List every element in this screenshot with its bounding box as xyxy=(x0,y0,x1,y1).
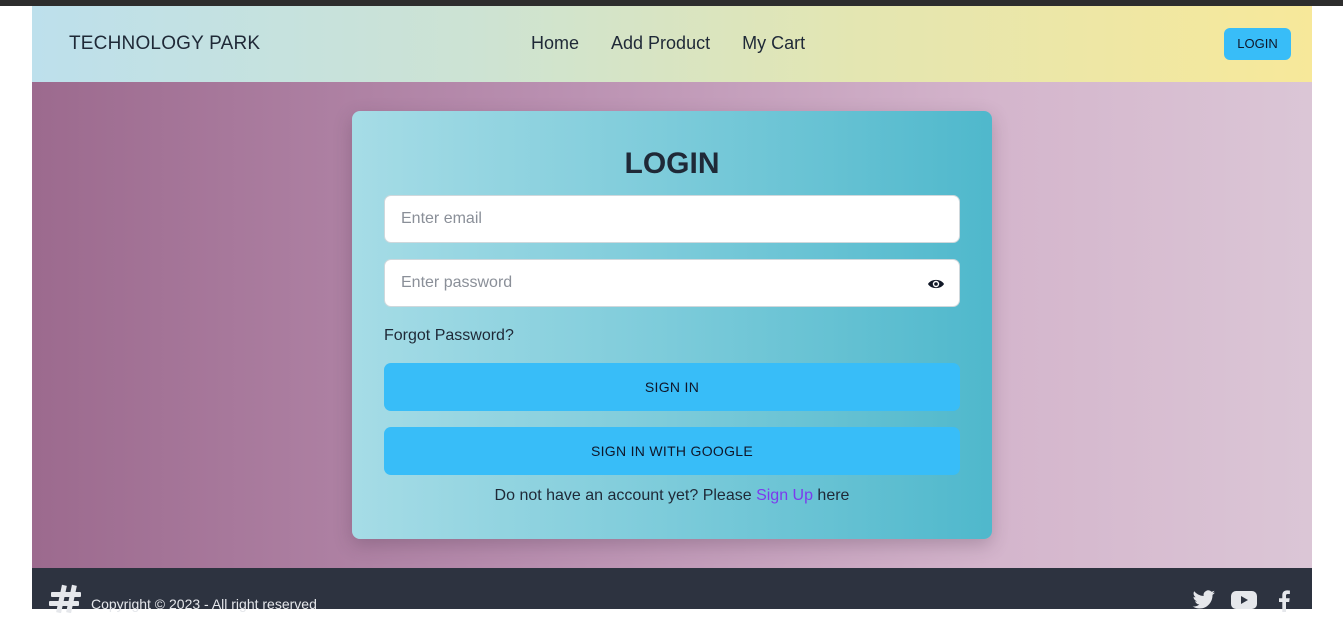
login-card: LOGIN Forgot Password? SIGN IN SIGN IN W… xyxy=(352,111,992,539)
password-field-wrapper xyxy=(384,259,960,307)
main-content: LOGIN Forgot Password? SIGN IN SIGN IN W… xyxy=(32,82,1312,568)
show-password-eye-icon[interactable] xyxy=(927,276,945,292)
signup-suffix-text: here xyxy=(812,487,850,504)
sign-in-google-button[interactable]: SIGN IN WITH GOOGLE xyxy=(384,427,960,475)
login-title: LOGIN xyxy=(624,147,720,180)
nav-my-cart-link[interactable]: My Cart xyxy=(742,33,805,54)
sign-in-button[interactable]: SIGN IN xyxy=(384,363,960,411)
twitter-icon[interactable] xyxy=(1192,590,1216,615)
sign-up-link[interactable]: Sign Up xyxy=(756,487,813,504)
copyright-text: Copyright © 2023 - All right reserved xyxy=(91,596,317,612)
youtube-icon[interactable] xyxy=(1231,590,1257,615)
signup-prompt: Do not have an account yet? Please Sign … xyxy=(352,487,992,505)
signup-prefix-text: Do not have an account yet? Please xyxy=(494,487,757,504)
navbar-login-button[interactable]: LOGIN xyxy=(1224,28,1291,60)
nav-links: Home Add Product My Cart xyxy=(531,33,805,54)
facebook-icon[interactable] xyxy=(1277,590,1291,617)
navbar: TECHNOLOGY PARK Home Add Product My Cart… xyxy=(32,6,1312,82)
page: TECHNOLOGY PARK Home Add Product My Cart… xyxy=(32,6,1312,614)
nav-home-link[interactable]: Home xyxy=(531,33,579,54)
nav-add-product-link[interactable]: Add Product xyxy=(611,33,710,54)
email-field[interactable] xyxy=(385,196,959,242)
forgot-password-link[interactable]: Forgot Password? xyxy=(384,327,514,345)
email-field-wrapper xyxy=(384,195,960,243)
footer: Copyright © 2023 - All right reserved xyxy=(32,568,1312,614)
brand-logo-text[interactable]: TECHNOLOGY PARK xyxy=(69,33,260,55)
password-field[interactable] xyxy=(385,260,959,306)
